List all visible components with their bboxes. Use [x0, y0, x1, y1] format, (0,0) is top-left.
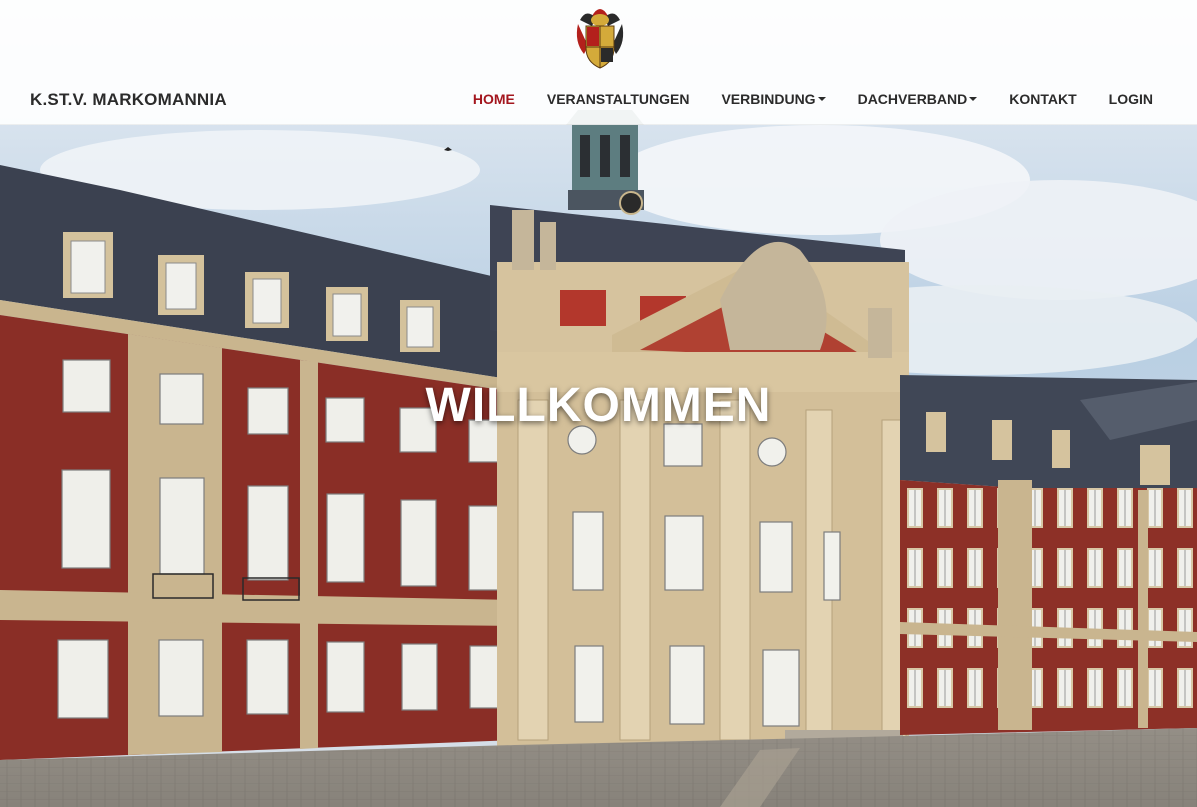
nav-item-veranstaltungen[interactable]: VERANSTALTUNGEN [531, 91, 706, 107]
hero-headline: WILLKOMMEN [425, 379, 772, 432]
nav-item-verbindung[interactable]: VERBINDUNG [705, 91, 841, 107]
nav-item-home[interactable]: HOME [457, 91, 531, 107]
site-brand[interactable]: K.ST.V. MARKOMANNIA [30, 90, 227, 110]
main-navigation: HOME VERANSTALTUNGEN VERBINDUNG DACHVERB… [457, 91, 1169, 107]
nav-item-dachverband[interactable]: DACHVERBAND [842, 91, 994, 107]
nav-item-login[interactable]: LOGIN [1093, 91, 1169, 107]
nav-item-dachverband-label: DACHVERBAND [857, 91, 968, 107]
chevron-down-icon [817, 97, 826, 102]
coat-of-arms-logo[interactable] [574, 2, 626, 70]
nav-item-kontakt[interactable]: KONTAKT [993, 91, 1092, 107]
nav-item-verbindung-label: VERBINDUNG [721, 91, 816, 107]
top-navbar: K.ST.V. MARKOMANNIA HOME VERANSTALTUNGEN… [0, 0, 1197, 125]
chevron-down-icon [969, 97, 978, 102]
